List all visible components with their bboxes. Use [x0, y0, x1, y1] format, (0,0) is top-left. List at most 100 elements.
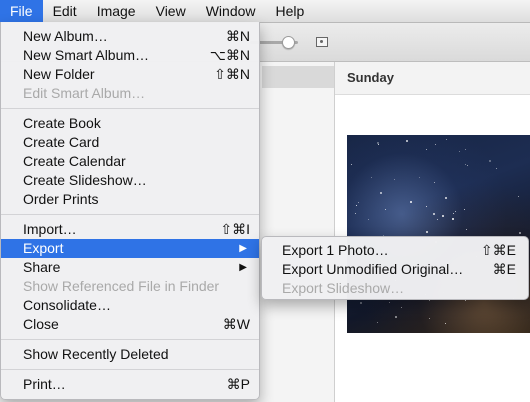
- photo-thumbnail[interactable]: [347, 135, 530, 333]
- submenu-item-shortcut: ⇧⌘E: [480, 242, 516, 258]
- star-dot: [426, 149, 427, 150]
- export-submenu: Export 1 Photo… ⇧⌘E Export Unmodified Orig…: [261, 236, 529, 300]
- file-menu: New Album… ⌘N New Smart Album… ⌥⌘N New Folde…: [0, 22, 260, 400]
- star-dot: [394, 179, 395, 180]
- star-dot: [358, 202, 359, 203]
- menu-item-label: Create Slideshow…: [23, 172, 147, 188]
- menu-view[interactable]: View: [146, 0, 196, 22]
- menu-item-consolidate[interactable]: Consolidate…: [1, 296, 259, 315]
- menu-item-label: New Folder: [23, 66, 95, 82]
- star-dot: [378, 144, 379, 145]
- star-dot: [429, 318, 430, 319]
- menu-item-shortcut: ⌘P: [226, 376, 250, 392]
- star-dot: [467, 165, 468, 166]
- menu-edit[interactable]: Edit: [43, 0, 87, 22]
- menu-item-label: Show Recently Deleted: [23, 346, 169, 362]
- star-dot: [433, 213, 435, 215]
- menu-item-create-slideshow[interactable]: Create Slideshow…: [1, 171, 259, 190]
- menu-item-print[interactable]: Print… ⌘P: [1, 375, 259, 394]
- star-dot: [426, 206, 427, 207]
- submenu-item-export-1-photo[interactable]: Export 1 Photo… ⇧⌘E: [262, 241, 528, 260]
- photos-app-screen: Sunday File Edit Image View Window Help …: [0, 0, 530, 402]
- menu-item-label: Order Prints: [23, 191, 99, 207]
- menu-item-label: New Smart Album…: [23, 47, 150, 63]
- menu-item-label: Export: [23, 240, 64, 256]
- menu-item-close[interactable]: Close ⌘W: [1, 315, 259, 334]
- star-dot: [389, 302, 390, 303]
- star-dot: [406, 140, 408, 142]
- menu-separator: [1, 369, 259, 370]
- menu-image[interactable]: Image: [87, 0, 146, 22]
- star-dot: [401, 307, 402, 308]
- submenu-item-shortcut: ⌘E: [492, 261, 516, 277]
- menu-file[interactable]: File: [0, 0, 43, 22]
- star-dot: [452, 218, 454, 220]
- menu-item-shortcut: ⇧⌘I: [220, 221, 250, 237]
- menu-item-create-card[interactable]: Create Card: [1, 133, 259, 152]
- day-title: Sunday: [347, 70, 394, 85]
- menu-item-label: New Album…: [23, 28, 108, 44]
- menu-item-label: Create Card: [23, 134, 100, 150]
- star-dot: [435, 144, 436, 145]
- star-dot: [419, 177, 420, 178]
- star-dot: [496, 168, 497, 169]
- menu-item-label: Share: [23, 259, 61, 275]
- menu-separator: [1, 108, 259, 109]
- star-dot: [465, 164, 466, 165]
- menu-item-label: Close: [23, 316, 59, 332]
- menu-item-create-calendar[interactable]: Create Calendar: [1, 152, 259, 171]
- menu-item-label: Import…: [23, 221, 77, 237]
- menu-item-export[interactable]: Export ▶: [1, 239, 259, 258]
- menu-item-show-referenced-file-in-finder: Show Referenced File in Finder: [1, 277, 259, 296]
- star-dot: [377, 322, 378, 323]
- star-dot: [410, 201, 412, 203]
- star-dot: [453, 213, 454, 214]
- star-dot: [371, 177, 372, 178]
- menu-separator: [1, 339, 259, 340]
- star-dot: [351, 164, 352, 165]
- menu-window[interactable]: Window: [196, 0, 266, 22]
- sidebar-selected-item[interactable]: [262, 66, 334, 88]
- star-dot: [466, 229, 467, 230]
- large-photo-icon: [316, 37, 328, 47]
- menu-item-label: Consolidate…: [23, 297, 111, 313]
- star-dot: [518, 196, 519, 197]
- submenu-arrow-icon: ▶: [239, 243, 247, 254]
- menu-item-label: Create Calendar: [23, 153, 126, 169]
- menu-item-new-smart-album[interactable]: New Smart Album… ⌥⌘N: [1, 46, 259, 65]
- star-dot: [446, 139, 447, 140]
- star-dot: [519, 232, 521, 234]
- menu-item-import[interactable]: Import… ⇧⌘I: [1, 220, 259, 239]
- menu-item-shortcut: ⌘N: [225, 28, 250, 44]
- menu-item-share[interactable]: Share ▶: [1, 258, 259, 277]
- star-dot: [355, 213, 356, 214]
- menu-bar: File Edit Image View Window Help: [0, 0, 530, 23]
- menu-item-order-prints[interactable]: Order Prints: [1, 190, 259, 209]
- menu-item-edit-smart-album: Edit Smart Album…: [1, 84, 259, 103]
- submenu-item-label: Export Slideshow…: [282, 280, 405, 296]
- menu-item-create-book[interactable]: Create Book: [1, 114, 259, 133]
- star-dot: [380, 192, 382, 194]
- submenu-item-label: Export 1 Photo…: [282, 242, 389, 258]
- submenu-item-export-unmodified-original[interactable]: Export Unmodified Original… ⌘E: [262, 260, 528, 279]
- menu-item-show-recently-deleted[interactable]: Show Recently Deleted: [1, 345, 259, 364]
- submenu-item-export-slideshow: Export Slideshow…: [262, 279, 528, 298]
- star-dot: [455, 211, 456, 212]
- star-dot: [459, 151, 460, 152]
- star-dot: [445, 197, 447, 199]
- menu-item-shortcut: ⌥⌘N: [209, 47, 250, 63]
- menu-item-shortcut: ⇧⌘N: [214, 66, 250, 82]
- menu-item-new-folder[interactable]: New Folder ⇧⌘N: [1, 65, 259, 84]
- menu-separator: [1, 214, 259, 215]
- star-dot: [429, 300, 430, 301]
- star-dot: [426, 231, 428, 233]
- star-dot: [356, 205, 357, 206]
- menu-item-label: Show Referenced File in Finder: [23, 278, 220, 294]
- star-dot: [385, 209, 386, 210]
- menu-item-new-album[interactable]: New Album… ⌘N: [1, 27, 259, 46]
- menu-item-label: Create Book: [23, 115, 101, 131]
- menu-help[interactable]: Help: [266, 0, 315, 22]
- star-dot: [464, 209, 465, 210]
- zoom-slider-thumb[interactable]: [282, 36, 295, 49]
- star-dot: [465, 300, 466, 301]
